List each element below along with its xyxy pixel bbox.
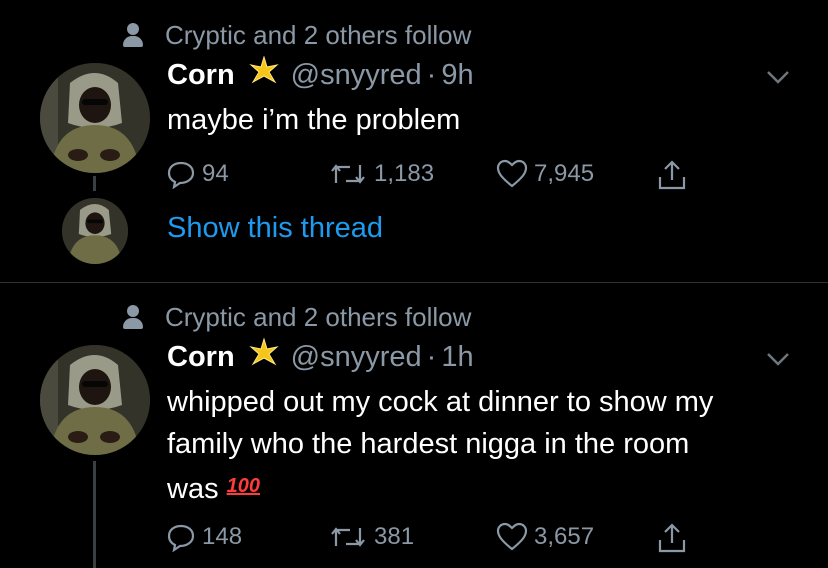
share-icon [658, 523, 686, 553]
separator-dot: · [426, 340, 437, 373]
avatar[interactable] [40, 63, 150, 173]
social-context-text: Cryptic and 2 others follow [165, 301, 472, 332]
share-button[interactable] [656, 159, 694, 191]
like-icon [496, 159, 528, 188]
avatar-small[interactable] [62, 198, 128, 264]
retweet-icon [331, 527, 365, 547]
tweet-text-line: was 100 [167, 465, 807, 510]
timestamp[interactable]: 9h [441, 59, 473, 92]
retweet-icon [331, 164, 365, 184]
tweet-text: whipped out my cock at dinner to show my… [167, 381, 807, 510]
timestamp[interactable]: 1h [441, 341, 473, 374]
show-thread-link[interactable]: Show this thread [167, 212, 383, 245]
tweet-text-line: family who the hardest nigga in the room [167, 428, 690, 460]
tweet[interactable]: Cryptic and 2 others follow Corn @snyyre… [0, 0, 828, 282]
retweet-count: 1,183 [374, 160, 435, 187]
like-button[interactable]: 3,657 [496, 522, 594, 552]
reply-button[interactable]: 148 [166, 522, 242, 552]
display-name[interactable]: Corn [167, 59, 235, 92]
chevron-down-icon[interactable] [765, 63, 791, 89]
verified-star-icon [248, 55, 279, 94]
tweet-header: Corn @snyyred · 1h [167, 337, 474, 376]
share-button[interactable] [656, 522, 694, 554]
person-icon [123, 23, 143, 47]
tweet-text-word: was [167, 473, 219, 505]
thread-line [93, 461, 96, 568]
reply-button[interactable]: 94 [166, 159, 229, 189]
like-count: 7,945 [534, 160, 595, 187]
reply-count: 148 [202, 523, 243, 550]
handle[interactable]: @snyyred [291, 341, 422, 374]
handle[interactable]: @snyyred [291, 59, 422, 92]
share-icon [658, 160, 686, 190]
like-count: 3,657 [534, 523, 595, 550]
reply-icon [167, 524, 195, 552]
retweet-button[interactable]: 1,183 [328, 159, 434, 189]
display-name[interactable]: Corn [167, 341, 235, 374]
social-context: Cryptic and 2 others follow [123, 302, 471, 332]
person-icon [123, 305, 143, 329]
tweet[interactable]: Cryptic and 2 others follow Corn @snyyre… [0, 283, 828, 568]
tweet-header: Corn @snyyred · 9h [167, 55, 474, 94]
avatar[interactable] [40, 345, 150, 455]
separator-dot: · [426, 58, 437, 91]
tweet-actions: 94 1,183 7,945 [166, 159, 706, 191]
like-button[interactable]: 7,945 [496, 159, 594, 189]
verified-star-icon [248, 337, 279, 376]
retweet-button[interactable]: 381 [328, 522, 414, 552]
reply-count: 94 [202, 160, 229, 187]
tweet-actions: 148 381 3,657 [166, 522, 706, 554]
like-icon [496, 522, 528, 551]
social-context: Cryptic and 2 others follow [123, 20, 471, 50]
chevron-down-icon[interactable] [765, 345, 791, 371]
tweet-text-line: whipped out my cock at dinner to show my [167, 386, 714, 418]
reply-icon [167, 161, 195, 189]
tweet-text: maybe i’m the problem [167, 104, 461, 136]
retweet-count: 381 [374, 523, 415, 550]
social-context-text: Cryptic and 2 others follow [165, 19, 472, 50]
hundred-points-emoji: 100 [226, 475, 261, 497]
thread-line [93, 176, 96, 191]
